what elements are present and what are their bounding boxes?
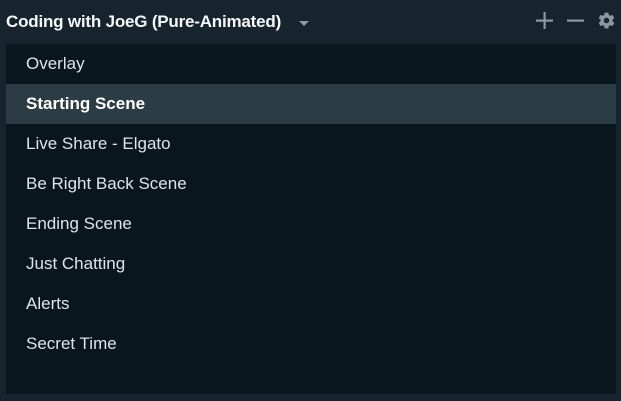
minus-icon[interactable] (565, 10, 586, 31)
scene-item-be-right-back-scene[interactable]: Be Right Back Scene (6, 164, 616, 204)
scene-item-ending-scene[interactable]: Ending Scene (6, 204, 616, 244)
scene-item-overlay[interactable]: Overlay (6, 44, 616, 84)
scene-item-just-chatting[interactable]: Just Chatting (6, 244, 616, 284)
chevron-down-icon[interactable] (299, 20, 310, 26)
scene-actions (534, 10, 617, 31)
scene-collection-header: Coding with JoeG (Pure-Animated) (0, 0, 621, 44)
scene-list: Overlay Starting Scene Live Share - Elga… (6, 44, 616, 364)
gear-icon[interactable] (596, 10, 617, 31)
scene-item-secret-time[interactable]: Secret Time (6, 324, 616, 364)
scene-collection-title[interactable]: Coding with JoeG (Pure-Animated) (6, 12, 281, 32)
scene-list-panel: Overlay Starting Scene Live Share - Elga… (6, 44, 616, 394)
plus-icon[interactable] (534, 10, 555, 31)
scene-item-live-share-elgato[interactable]: Live Share - Elgato (6, 124, 616, 164)
scene-item-starting-scene[interactable]: Starting Scene (6, 84, 616, 124)
scene-item-alerts[interactable]: Alerts (6, 284, 616, 324)
